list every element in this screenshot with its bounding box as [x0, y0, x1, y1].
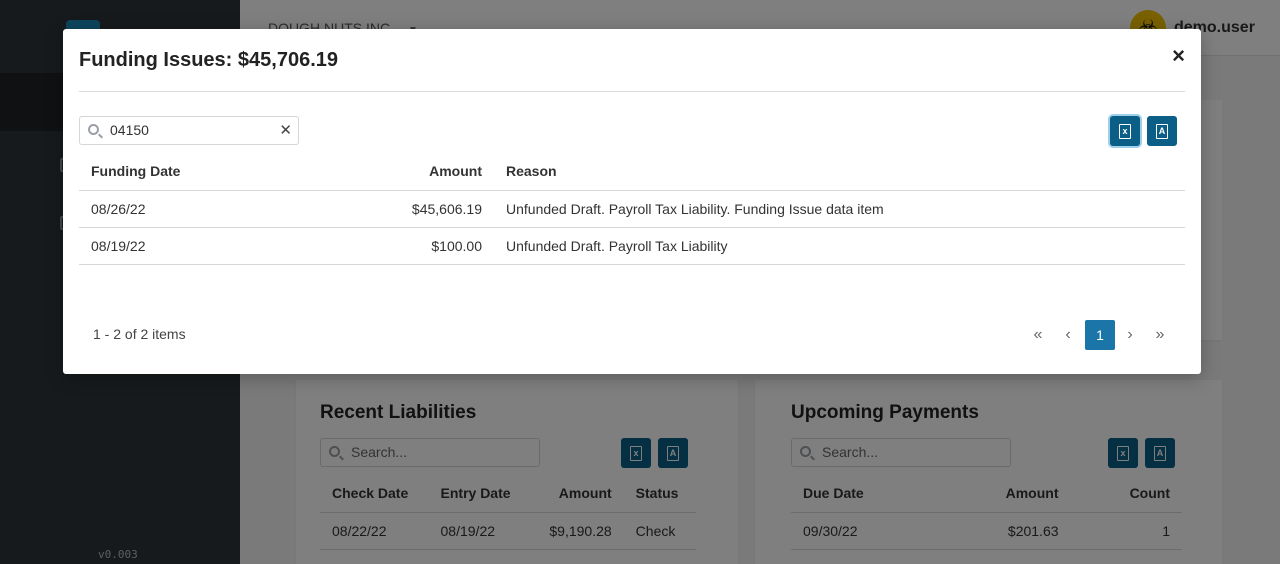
table-cell: $100.00 [279, 227, 494, 265]
pagination: « ‹ 1 › » [1023, 320, 1175, 350]
export-excel-button[interactable]: x [1110, 116, 1140, 146]
column-header[interactable]: Amount [279, 152, 494, 191]
last-page-icon[interactable]: » [1145, 320, 1175, 350]
funding-search-input[interactable] [110, 122, 272, 138]
column-header[interactable]: Reason [494, 152, 1185, 191]
first-page-icon[interactable]: « [1023, 320, 1053, 350]
clear-search-icon[interactable]: ✕ [279, 121, 292, 139]
pdf-file-icon: A [1156, 123, 1168, 139]
table-cell: $45,606.19 [279, 190, 494, 228]
table-cell: Unfunded Draft. Payroll Tax Liability. F… [494, 190, 1185, 228]
export-pdf-button[interactable]: A [1147, 116, 1177, 146]
table-row[interactable]: 08/26/22 $45,606.19 Unfunded Draft. Payr… [79, 190, 1185, 228]
table-cell: 08/19/22 [79, 227, 279, 265]
table-cell: Unfunded Draft. Payroll Tax Liability [494, 227, 1185, 265]
close-icon[interactable]: × [1172, 43, 1185, 69]
pager-info: 1 - 2 of 2 items [93, 326, 186, 342]
table-row[interactable]: 08/19/22 $100.00 Unfunded Draft. Payroll… [79, 227, 1185, 265]
search-icon [88, 124, 99, 135]
funding-issues-table: Funding Date Amount Reason 08/26/22 $45,… [79, 152, 1185, 265]
table-cell: 08/26/22 [79, 190, 279, 228]
column-header[interactable]: Funding Date [79, 152, 279, 191]
funding-search[interactable]: ✕ [79, 116, 299, 145]
next-page-icon[interactable]: › [1115, 320, 1145, 350]
modal-title: Funding Issues: $45,706.19 [79, 49, 338, 71]
funding-issues-modal: Funding Issues: $45,706.19 × ✕ x A Fundi… [63, 29, 1201, 374]
page-number-button[interactable]: 1 [1085, 320, 1115, 350]
prev-page-icon[interactable]: ‹ [1053, 320, 1083, 350]
excel-file-icon: x [1119, 123, 1131, 139]
modal-divider [79, 91, 1185, 92]
